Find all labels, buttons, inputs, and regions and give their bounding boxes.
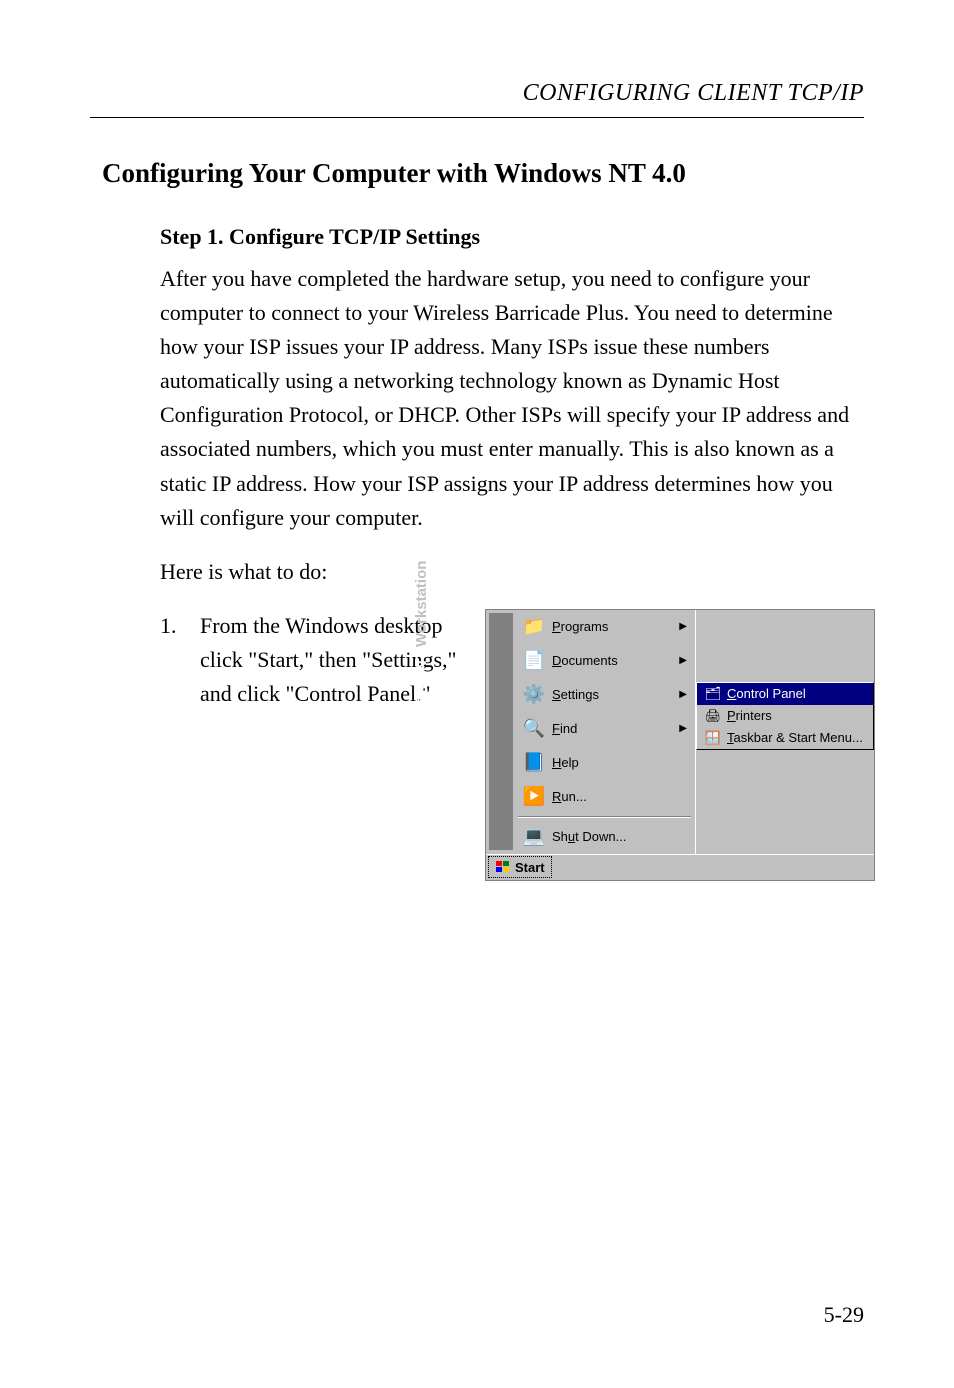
page-number: 5-29 bbox=[824, 1302, 864, 1328]
taskbar: Start bbox=[486, 854, 874, 880]
start-menu-screenshot: Windows NT Workstation 📁 Programs ▶ 📄 Do… bbox=[485, 609, 875, 881]
submenu-label: Taskbar & Start Menu... bbox=[727, 730, 863, 745]
section-title: Configuring Your Computer with Windows N… bbox=[102, 158, 864, 189]
followup-text: Here is what to do: bbox=[160, 555, 864, 589]
find-icon: 🔍 bbox=[520, 715, 548, 743]
submenu-item-control-panel[interactable]: 🗂 Control Panel bbox=[697, 683, 873, 705]
submenu-item-printers[interactable]: 🖨 Printers bbox=[697, 705, 873, 727]
menu-separator bbox=[518, 816, 691, 818]
documents-icon: 📄 bbox=[520, 647, 548, 675]
menu-item-run[interactable]: ▶️ Run... bbox=[514, 780, 695, 814]
page-header: CONFIGURING CLIENT TCP/IP bbox=[90, 80, 864, 107]
settings-submenu: 🗂 Control Panel 🖨 Printers 🪟 Taskbar & S… bbox=[696, 682, 874, 750]
instruction-row: 1. From the Windows desktop click "Start… bbox=[160, 609, 864, 881]
submenu-label: Printers bbox=[727, 708, 772, 723]
header-rule bbox=[90, 117, 864, 118]
menu-item-programs[interactable]: 📁 Programs ▶ bbox=[514, 610, 695, 644]
menu-item-find[interactable]: 🔍 Find ▶ bbox=[514, 712, 695, 746]
menu-item-help[interactable]: 📘 Help bbox=[514, 746, 695, 780]
list-number: 1. bbox=[160, 609, 200, 711]
submenu-label: Control Panel bbox=[727, 686, 806, 701]
start-button-label: Start bbox=[515, 860, 545, 875]
header-text: CONFIGURING CLIENT TCP/IP bbox=[523, 80, 864, 106]
start-button[interactable]: Start bbox=[488, 856, 552, 878]
settings-icon: ⚙️ bbox=[520, 681, 548, 709]
menu-label: Find bbox=[552, 721, 695, 736]
programs-icon: 📁 bbox=[520, 613, 548, 641]
submenu-item-taskbar[interactable]: 🪟 Taskbar & Start Menu... bbox=[697, 727, 873, 749]
shutdown-icon: 💻 bbox=[520, 823, 548, 851]
start-menu-list: 📁 Programs ▶ 📄 Documents ▶ ⚙️ Settings ▶ bbox=[514, 610, 696, 854]
printers-icon: 🖨 bbox=[703, 707, 723, 725]
start-menu-banner: Windows NT Workstation bbox=[489, 613, 513, 850]
chevron-right-icon: ▶ bbox=[679, 655, 687, 666]
menu-label: Programs bbox=[552, 619, 695, 634]
taskbar-icon: 🪟 bbox=[703, 729, 723, 747]
screenshot: Windows NT Workstation 📁 Programs ▶ 📄 Do… bbox=[485, 609, 875, 881]
menu-label: Help bbox=[552, 755, 695, 770]
banner-text: Windows NT Workstation bbox=[413, 560, 430, 740]
chevron-right-icon: ▶ bbox=[679, 723, 687, 734]
menu-label: Settings bbox=[552, 687, 695, 702]
menu-item-documents[interactable]: 📄 Documents ▶ bbox=[514, 644, 695, 678]
chevron-right-icon: ▶ bbox=[679, 689, 687, 700]
menu-label: Documents bbox=[552, 653, 695, 668]
chevron-right-icon: ▶ bbox=[679, 621, 687, 632]
control-panel-icon: 🗂 bbox=[703, 685, 723, 703]
body-paragraph: After you have completed the hardware se… bbox=[160, 262, 864, 535]
menu-item-settings[interactable]: ⚙️ Settings ▶ bbox=[514, 678, 695, 712]
menu-item-shutdown[interactable]: 💻 Shut Down... bbox=[514, 820, 695, 854]
menu-label: Run... bbox=[552, 789, 695, 804]
help-icon: 📘 bbox=[520, 749, 548, 777]
step-title: Step 1. Configure TCP/IP Settings bbox=[160, 224, 864, 250]
run-icon: ▶️ bbox=[520, 783, 548, 811]
content-block: Step 1. Configure TCP/IP Settings After … bbox=[160, 224, 864, 881]
menu-label: Shut Down... bbox=[552, 829, 695, 844]
windows-logo-icon bbox=[495, 860, 511, 874]
